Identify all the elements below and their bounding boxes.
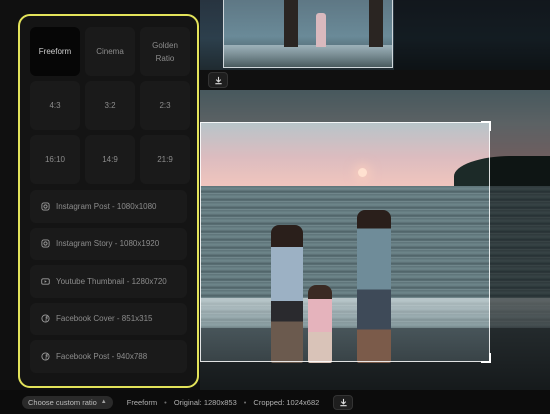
preset-label: Youtube Thumbnail - 1280x720 <box>56 276 167 286</box>
separator-dot: • <box>243 397 247 407</box>
crop-dim-bottom <box>200 362 490 390</box>
preset-list: Instagram Post - 1080x1080 Instagram Sto… <box>30 190 187 373</box>
cropped-size-text: Cropped: 1024x682 <box>253 397 320 407</box>
ratio-label: Golden Ratio <box>152 40 178 63</box>
ratio-label: 21:9 <box>157 155 173 164</box>
preset-youtube-thumbnail[interactable]: Youtube Thumbnail - 1280x720 <box>30 265 187 298</box>
crop-dim-top <box>200 90 490 122</box>
ratio-14-9-button[interactable]: 14:9 <box>85 135 135 184</box>
previous-figure <box>284 0 298 47</box>
crop-selection[interactable] <box>200 121 491 363</box>
previous-crop-region <box>223 0 393 68</box>
status-bar: Choose custom ratio ▲ Freeform • Origina… <box>0 390 550 414</box>
crop-handle-top-right[interactable] <box>481 121 491 131</box>
preset-instagram-story[interactable]: Instagram Story - 1080x1920 <box>30 227 187 260</box>
ratio-label: Cinema <box>96 47 124 56</box>
preset-label: Facebook Cover - 851x315 <box>56 314 153 324</box>
preset-facebook-post[interactable]: Facebook Post - 940x788 <box>30 340 187 373</box>
ratio-label: 3:2 <box>104 101 116 110</box>
ratio-4-3-button[interactable]: 4:3 <box>30 81 80 130</box>
preset-label: Facebook Post - 940x788 <box>56 351 148 361</box>
previous-dim-overlay <box>394 0 550 70</box>
crop-dim-right <box>490 90 550 390</box>
ratio-16-10-button[interactable]: 16:10 <box>30 135 80 184</box>
download-button[interactable] <box>333 394 354 410</box>
separator-dot: • <box>164 397 167 407</box>
preset-instagram-post[interactable]: Instagram Post - 1080x1080 <box>30 190 187 223</box>
crop-handle-bottom-right[interactable] <box>481 353 491 363</box>
facebook-icon <box>41 352 50 361</box>
download-icon <box>214 76 222 85</box>
previous-figure <box>369 0 383 47</box>
ratio-cinema-button[interactable]: Cinema <box>85 27 135 76</box>
aspect-ratio-panel: Freeform Cinema Golden Ratio 4:3 3:2 2:3… <box>18 14 199 388</box>
previous-figure <box>316 13 326 47</box>
original-size-text: Original: 1280x853 <box>173 397 237 407</box>
facebook-icon <box>41 314 50 323</box>
instagram-icon <box>41 202 50 211</box>
preset-label: Instagram Story - 1080x1920 <box>56 239 160 249</box>
ratio-2-3-button[interactable]: 2:3 <box>140 81 190 130</box>
ratio-label: 14:9 <box>102 155 118 164</box>
preset-label: Instagram Post - 1080x1080 <box>56 201 157 211</box>
download-icon <box>340 398 347 406</box>
youtube-icon <box>41 277 50 286</box>
ratio-label: 4:3 <box>49 101 61 110</box>
preset-facebook-cover[interactable]: Facebook Cover - 851x315 <box>30 302 187 335</box>
instagram-icon <box>41 239 50 248</box>
ratio-3-2-button[interactable]: 3:2 <box>85 81 135 130</box>
ratio-21-9-button[interactable]: 21:9 <box>140 135 190 184</box>
ratio-golden-button[interactable]: Golden Ratio <box>140 27 190 76</box>
chevron-up-icon: ▲ <box>100 399 107 405</box>
previous-image-preview <box>200 0 550 70</box>
ratio-label: 2:3 <box>159 101 171 110</box>
previous-wave <box>224 45 392 67</box>
custom-ratio-label: Choose custom ratio <box>28 397 97 407</box>
ratio-grid: Freeform Cinema Golden Ratio 4:3 3:2 2:3… <box>30 27 190 184</box>
previous-download-button[interactable] <box>208 72 228 88</box>
custom-ratio-dropdown[interactable]: Choose custom ratio ▲ <box>22 395 113 409</box>
ratio-label: 16:10 <box>44 155 66 164</box>
ratio-freeform-button[interactable]: Freeform <box>30 27 80 76</box>
ratio-label: Freeform <box>38 47 72 56</box>
current-ratio-text: Freeform <box>126 397 158 407</box>
